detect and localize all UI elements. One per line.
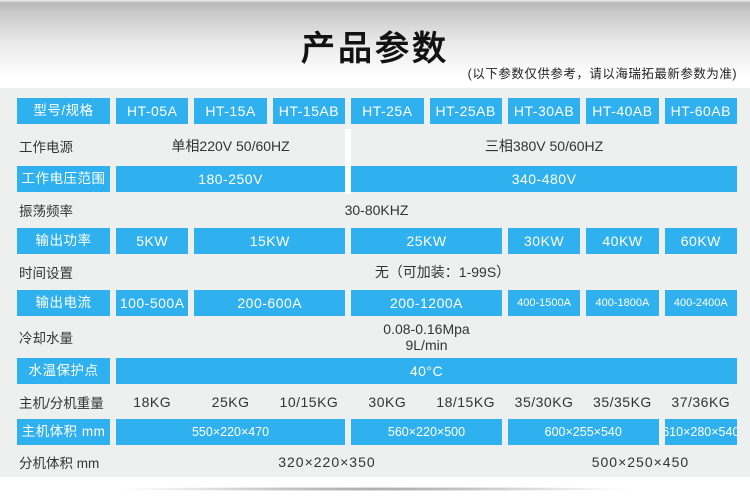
- span-divider: [345, 129, 351, 194]
- cell-output-power: 40KW: [586, 228, 658, 254]
- cell-weight: 18KG: [113, 394, 191, 410]
- cell-output-current: 200-600A: [194, 290, 345, 316]
- row-label-main-volume: 主机体积 mm: [17, 419, 110, 445]
- row-sub-volume: 分机体积 mm320×220×350500×250×450: [17, 447, 740, 477]
- page-header: 产品参数 (以下参数仅供参考，请以海瑞拓最新参数为准): [0, 0, 750, 88]
- row-cooling-water: 冷却水量0.08-0.16Mpa9L/min: [17, 318, 740, 356]
- cell-main-volume: 600×255×540: [508, 419, 659, 445]
- cell-frequency: 30-80KHZ: [63, 202, 690, 218]
- cell-weight: 35/30KG: [505, 394, 583, 410]
- cell-model: HT-15AB: [273, 98, 345, 124]
- cell-time-setting: 无（可加装：1-99S）: [129, 264, 750, 280]
- cell-output-power: 15KW: [194, 228, 345, 254]
- cell-model: HT-05A: [116, 98, 188, 124]
- cell-sub-volume: 320×220×350: [131, 454, 523, 470]
- cell-weight: 25KG: [191, 394, 269, 410]
- row-output-power: 输出功率5KW15KW25KW30KW40KW 60KW: [17, 225, 740, 256]
- row-weight: 主机/分机重量18KG25KG10/15KG30KG18/15KG35/30KG…: [17, 386, 740, 417]
- row-voltage-range: 工作电压范围180-250V340-480V: [17, 163, 740, 194]
- product-parameter-page: 产品参数 (以下参数仅供参考，请以海瑞拓最新参数为准) 型号/规格HT-05AH…: [0, 0, 750, 504]
- cell-output-power: 60KW: [665, 228, 737, 254]
- cell-model: HT-40AB: [586, 98, 658, 124]
- cell-water-temp: 40°C: [116, 358, 737, 384]
- cell-model: HT-15A: [194, 98, 266, 124]
- row-label-water-temp: 水温保护点: [17, 358, 110, 384]
- cell-power-supply: 单相220V 50/60HZ: [113, 138, 348, 154]
- page-subtitle: (以下参数仅供参考，请以海瑞拓最新参数为准): [468, 63, 737, 82]
- cell-main-volume: 610×280×540: [665, 419, 737, 445]
- cell-output-current: 200-1200A: [351, 290, 502, 316]
- cell-output-power: 5KW: [116, 228, 188, 254]
- row-model: 型号/规格HT-05AHT-15AHT-15ABHT-25AHT-25ABHT-…: [17, 93, 740, 129]
- row-label-output-power: 输出功率: [17, 228, 110, 254]
- row-label-time-setting: 时间设置: [17, 262, 113, 282]
- cell-model: HT-60AB: [665, 98, 737, 124]
- row-label-power-supply: 工作电源: [17, 136, 113, 156]
- row-frequency: 振荡频率30-80KHZ: [17, 194, 740, 225]
- cell-output-current: 100-500A: [116, 290, 188, 316]
- row-label-weight: 主机/分机重量: [17, 392, 113, 412]
- cell-voltage-range: 340-480V: [351, 166, 737, 192]
- bottom-shadow: [30, 486, 720, 492]
- cell-power-supply: 三相380V 50/60HZ: [348, 138, 740, 154]
- cell-weight: 18/15KG: [427, 394, 505, 410]
- cell-output-current: 400-1800A: [586, 290, 658, 316]
- row-label-voltage-range: 工作电压范围: [17, 166, 110, 192]
- cell-main-volume: 560×220×500: [351, 419, 502, 445]
- cell-voltage-range: 180-250V: [116, 166, 345, 192]
- cell-cooling-water: 0.08-0.16Mpa9L/min: [113, 321, 740, 353]
- cell-weight: 10/15KG: [270, 394, 348, 410]
- row-main-volume: 主机体积 mm550×220×470560×220×500600×255×540…: [17, 417, 740, 447]
- row-label-sub-volume: 分机体积 mm: [17, 452, 113, 472]
- cell-model: HT-25A: [351, 98, 423, 124]
- row-time-setting: 时间设置无（可加装：1-99S）: [17, 256, 740, 287]
- row-label-model: 型号/规格: [17, 98, 110, 124]
- cell-output-power: 25KW: [351, 228, 502, 254]
- cell-weight: 37/36KG: [662, 394, 740, 410]
- cell-main-volume: 550×220×470: [116, 419, 345, 445]
- row-label-output-current: 输出电流: [17, 290, 110, 316]
- page-footer: [0, 477, 750, 504]
- page-title: 产品参数: [0, 0, 750, 70]
- cell-weight: 35/35KG: [583, 394, 661, 410]
- cell-output-current: 400-1500A: [508, 290, 580, 316]
- row-water-temp: 水温保护点40°C: [17, 356, 740, 386]
- param-table: 型号/规格HT-05AHT-15AHT-15ABHT-25AHT-25ABHT-…: [0, 88, 750, 477]
- cell-model: HT-30AB: [508, 98, 580, 124]
- cell-output-current: 400-2400A: [665, 290, 737, 316]
- cell-model: HT-25AB: [430, 98, 502, 124]
- row-label-cooling-water: 冷却水量: [17, 327, 113, 347]
- row-output-current: 输出电流100-500A200-600A200-1200A400-1500A40…: [17, 287, 740, 318]
- cell-weight: 30KG: [348, 394, 426, 410]
- cell-output-power: 30KW: [508, 228, 580, 254]
- row-power-supply: 工作电源单相220V 50/60HZ三相380V 50/60HZ: [17, 129, 740, 163]
- cell-sub-volume: 500×250×450: [523, 454, 750, 470]
